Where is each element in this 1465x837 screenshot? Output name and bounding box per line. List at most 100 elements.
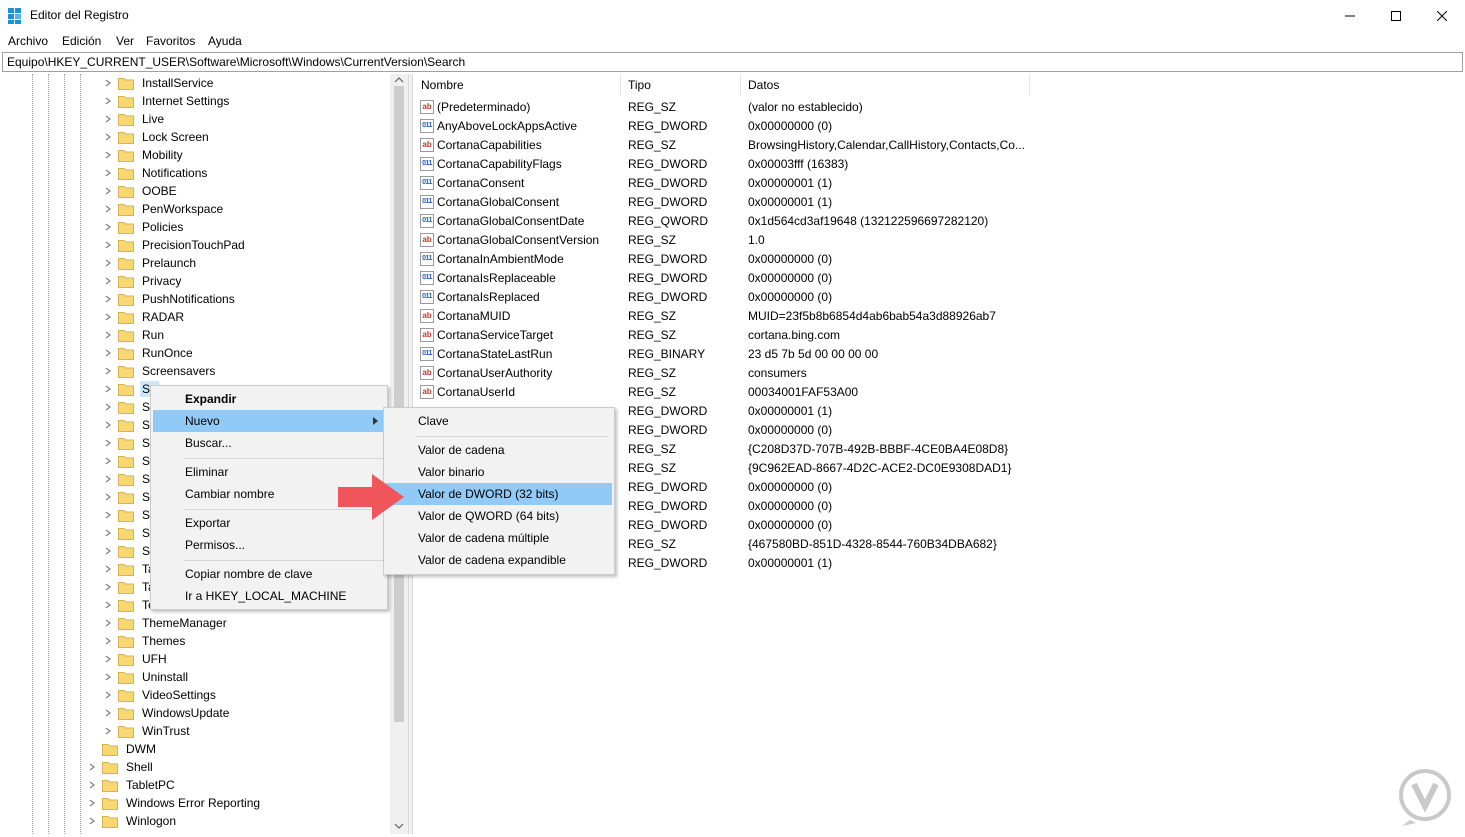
submenu-item-cadena-multiple[interactable]: Valor de cadena múltiple [386, 527, 612, 549]
menu-favoritos[interactable]: Favoritos [146, 34, 195, 48]
tree-item[interactable]: Ta [102, 560, 157, 578]
expand-chevron-icon[interactable] [102, 164, 114, 182]
menu-item-nuevo[interactable]: Nuevo [153, 410, 385, 432]
tree-item[interactable]: WindowsUpdate [102, 704, 231, 722]
tree-item[interactable]: RunOnce [102, 344, 195, 362]
tree-item[interactable]: TabletPC [86, 776, 177, 794]
tree-item[interactable]: Prelaunch [102, 254, 198, 272]
tree-item[interactable]: Shell [86, 758, 155, 776]
submenu-item-cadena-expandible[interactable]: Valor de cadena expandible [386, 549, 612, 571]
expand-chevron-icon[interactable] [102, 92, 114, 110]
expand-chevron-icon[interactable] [102, 236, 114, 254]
tree-item[interactable]: PrecisionTouchPad [102, 236, 247, 254]
expand-chevron-icon[interactable] [102, 398, 114, 416]
scroll-up-icon[interactable] [394, 76, 404, 84]
tree-item[interactable]: WinTrust [102, 722, 192, 740]
tree-item[interactable]: Si [102, 452, 155, 470]
expand-chevron-icon[interactable] [102, 542, 114, 560]
menu-archivo[interactable]: Archivo [8, 34, 48, 48]
expand-chevron-icon[interactable] [102, 578, 114, 596]
expand-chevron-icon[interactable] [102, 110, 114, 128]
expand-chevron-icon[interactable] [102, 290, 114, 308]
expand-chevron-icon[interactable] [102, 74, 114, 92]
table-row[interactable]: ab CortanaCapabilities REG_SZ BrowsingHisto… [414, 136, 1463, 155]
tree-item[interactable]: Windows Error Reporting [86, 794, 262, 812]
expand-chevron-icon[interactable] [102, 362, 114, 380]
tree-item[interactable]: Lock Screen [102, 128, 211, 146]
tree-item[interactable]: Privacy [102, 272, 183, 290]
tree-item[interactable]: Mobility [102, 146, 185, 164]
column-header-type[interactable]: Tipo [621, 74, 741, 96]
menu-item-ir-hklm[interactable]: Ir a HKEY_LOCAL_MACHINE [153, 585, 385, 607]
menu-item-copiar-nombre[interactable]: Copiar nombre de clave [153, 563, 385, 585]
expand-chevron-icon[interactable] [102, 560, 114, 578]
tree-item[interactable]: St [102, 488, 155, 506]
expand-chevron-icon[interactable] [102, 254, 114, 272]
expand-chevron-icon[interactable] [86, 812, 98, 830]
tree-item[interactable]: Live [102, 110, 166, 128]
tree-item[interactable]: PushNotifications [102, 290, 237, 308]
tree-item[interactable]: Notifications [102, 164, 209, 182]
submenu-item-cadena[interactable]: Valor de cadena [386, 439, 612, 461]
table-row[interactable]: 011 CortanaCapabilityFlags REG_DWORD 0x0000… [414, 155, 1463, 174]
expand-chevron-icon[interactable] [86, 794, 98, 812]
tree-item[interactable]: St [102, 524, 155, 542]
tree-item[interactable]: DWM [86, 740, 158, 758]
tree-item[interactable]: Uninstall [102, 668, 190, 686]
column-header-data[interactable]: Datos [741, 74, 1030, 96]
tree-item[interactable]: Te [102, 596, 157, 614]
expand-chevron-icon[interactable] [102, 344, 114, 362]
menu-edicion[interactable]: Edición [62, 34, 101, 48]
tree-scrollbar-thumb[interactable] [394, 86, 404, 722]
expand-chevron-icon[interactable] [102, 200, 114, 218]
close-button[interactable] [1419, 0, 1465, 32]
expand-chevron-icon[interactable] [102, 218, 114, 236]
submenu-item-binario[interactable]: Valor binario [386, 461, 612, 483]
table-row[interactable]: ab (Predeterminado) REG_SZ (valor no establ… [414, 98, 1463, 117]
expand-chevron-icon[interactable] [102, 668, 114, 686]
expand-chevron-icon[interactable] [102, 434, 114, 452]
tree-item[interactable]: St [102, 542, 155, 560]
expand-chevron-icon[interactable] [102, 452, 114, 470]
expand-chevron-icon[interactable] [102, 272, 114, 290]
expand-chevron-icon[interactable] [102, 524, 114, 542]
table-row[interactable]: 011 CortanaInAmbientMode REG_DWORD 0x000000… [414, 250, 1463, 269]
tree-item[interactable]: InstallService [102, 74, 215, 92]
table-row[interactable]: ab CortanaMUID REG_SZ MUID=23f5b8b6854d4ab6… [414, 307, 1463, 326]
table-row[interactable]: ab CortanaUserAuthority REG_SZ consumers [414, 364, 1463, 383]
tree-item[interactable]: VideoSettings [102, 686, 218, 704]
maximize-button[interactable] [1373, 0, 1419, 32]
expand-chevron-icon[interactable] [102, 416, 114, 434]
menu-ayuda[interactable]: Ayuda [208, 34, 242, 48]
expand-chevron-icon[interactable] [102, 128, 114, 146]
tree-item[interactable]: St [102, 506, 155, 524]
expand-chevron-icon[interactable] [102, 506, 114, 524]
table-row[interactable]: ab CortanaGlobalConsentVersion REG_SZ 1.0 [414, 231, 1463, 250]
expand-chevron-icon[interactable] [102, 182, 114, 200]
submenu-item-dword[interactable]: Valor de DWORD (32 bits) [386, 483, 612, 505]
tree-item[interactable]: OOBE [102, 182, 179, 200]
expand-chevron-icon[interactable] [102, 722, 114, 740]
menu-ver[interactable]: Ver [116, 34, 134, 48]
expand-chevron-icon[interactable] [102, 614, 114, 632]
submenu-item-qword[interactable]: Valor de QWORD (64 bits) [386, 505, 612, 527]
table-row[interactable]: 011 CortanaGlobalConsent REG_DWORD 0x000000… [414, 193, 1463, 212]
table-row[interactable]: 011 CortanaGlobalConsentDate REG_QWORD 0x1d… [414, 212, 1463, 231]
expand-chevron-icon[interactable] [102, 488, 114, 506]
table-row[interactable]: 011 CortanaStateLastRun REG_BINARY 23 d5 7b… [414, 345, 1463, 364]
expand-chevron-icon[interactable] [102, 326, 114, 344]
table-row[interactable]: 011 CortanaConsent REG_DWORD 0x00000001 (1) [414, 174, 1463, 193]
expand-chevron-icon[interactable] [102, 380, 114, 398]
menu-item-expandir[interactable]: Expandir [153, 388, 385, 410]
tree-item[interactable]: Sr [102, 470, 156, 488]
table-row[interactable]: 011 CortanaIsReplaced REG_DWORD 0x00000000 … [414, 288, 1463, 307]
minimize-button[interactable] [1327, 0, 1373, 32]
tree-item[interactable]: Themes [102, 632, 187, 650]
expand-chevron-icon[interactable] [102, 632, 114, 650]
table-row[interactable]: 011 CortanaIsReplaceable REG_DWORD 0x000000… [414, 269, 1463, 288]
expand-chevron-icon[interactable] [102, 704, 114, 722]
expand-chevron-icon[interactable] [86, 758, 98, 776]
expand-chevron-icon[interactable] [86, 740, 98, 758]
menu-item-permisos[interactable]: Permisos... [153, 534, 385, 556]
table-row[interactable]: ab CortanaUserId REG_SZ 00034001FAF53A00 [414, 383, 1463, 402]
